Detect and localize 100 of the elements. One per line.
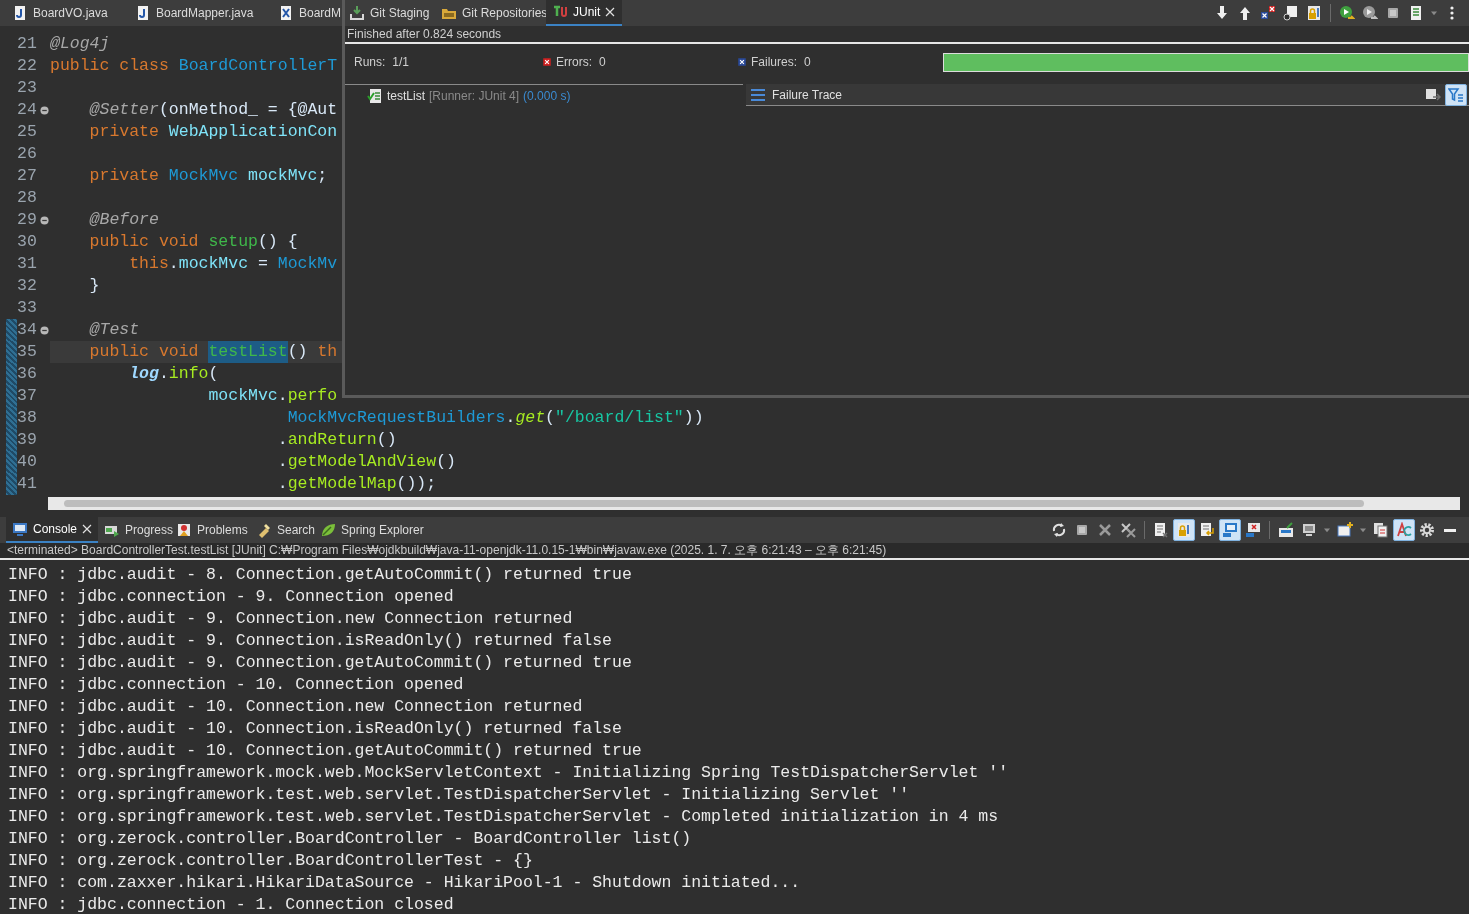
- line-number: 27: [17, 165, 38, 187]
- close-icon: [1097, 522, 1113, 538]
- code-line: }: [88, 275, 100, 297]
- line-number: 21: [17, 33, 38, 55]
- line-number: 28: [17, 187, 38, 209]
- warning-icon: [176, 522, 192, 538]
- counter-value: 0: [804, 54, 811, 71]
- monitor-icon: [12, 521, 28, 537]
- junit-icon: [552, 4, 568, 20]
- lock-icon: [1176, 522, 1192, 538]
- console-line: INFO : com.zaxxer.hikari.HikariDataSource - HikariPool-1 - Shutdown initiated...: [8, 872, 802, 894]
- view-tab[interactable]: Spring Explorer: [314, 517, 424, 543]
- line-number: 32: [17, 275, 38, 297]
- console-line: INFO : jdbc.audit - 9. Connection.getAutoCommit() returned true: [8, 652, 633, 674]
- code-line: mockMvc.perfo: [207, 385, 338, 407]
- tray-icon: [1278, 522, 1294, 538]
- console-status: <terminated> BoardControllerTest.testList [JUnit] C:₩Program Files₩ojdkbuild₩java-11-openjdk-11.0.15-1₩bin₩javaw.exe (2025. 1. 7. 오후 6:21:43 – 오후 6:21:45): [0, 543, 1469, 558]
- view-tab[interactable]: JUnit: [546, 0, 622, 26]
- leaf-icon: [320, 522, 336, 538]
- minimize-icon: [1444, 528, 1456, 532]
- monitor-icon: [1245, 522, 1261, 538]
- editor-tab[interactable]: BoardVO.java: [0, 0, 123, 26]
- line-number: 22: [17, 55, 38, 77]
- console-line: INFO : jdbc.audit - 10. Connection.isReadOnly() returned false: [8, 718, 623, 740]
- horizontal-scrollbar[interactable]: [48, 497, 1460, 510]
- code-line: public void setup() {: [88, 231, 298, 253]
- code-line: @Setter(onMethod_ = {@Aut: [88, 99, 338, 121]
- failure-icon: [736, 56, 748, 68]
- list-icon: [1408, 5, 1424, 21]
- file-icon: [12, 5, 28, 21]
- collapse-icon[interactable]: [39, 325, 49, 335]
- stop-icon: [1074, 522, 1090, 538]
- close-icon[interactable]: [605, 7, 616, 17]
- code-line: public void testList() th: [88, 341, 338, 363]
- console-line: INFO : org.zerock.controller.BoardControllerTest - {}: [8, 850, 534, 872]
- counter-value: 0: [599, 54, 606, 71]
- code-line: public class BoardControllerT: [50, 55, 338, 77]
- play-icon: [1362, 5, 1378, 21]
- view-tab[interactable]: Console: [6, 517, 98, 543]
- view-tab[interactable]: Git Staging: [345, 0, 435, 26]
- monitor-icon: [1222, 522, 1238, 538]
- toolbar-button[interactable]: [1445, 83, 1467, 106]
- code-line: @Log4j: [50, 33, 110, 55]
- download-icon: [349, 5, 365, 21]
- error-icon: [541, 56, 553, 68]
- ansi-icon: [1396, 522, 1412, 538]
- view-tab[interactable]: Search: [250, 517, 314, 543]
- copy-icon: [1373, 522, 1389, 538]
- line-number: 35: [17, 341, 38, 363]
- console-line: INFO : org.springframework.mock.web.MockServletContext - Initializing Spring TestDispatcherServlet '': [8, 762, 1010, 784]
- tree-item[interactable]: testList [Runner: JUnit 4] (0.000 s): [345, 86, 743, 106]
- line-number: 34: [17, 319, 38, 341]
- panel-title: Failure Trace: [772, 86, 843, 104]
- code-line: private MockMvc mockMvc;: [88, 165, 328, 187]
- stop-icon: [1385, 5, 1401, 21]
- counter-value: 1/1: [392, 54, 410, 71]
- console-line: INFO : jdbc.audit - 9. Connection.new Connection returned: [8, 608, 574, 630]
- code-line: private WebApplicationCon: [88, 121, 338, 143]
- line-number: 25: [17, 121, 38, 143]
- code-line: this.mockMvc = MockMv: [128, 253, 338, 275]
- editor-tab[interactable]: BoardMapper.java: [123, 0, 270, 26]
- code-line: .andReturn(): [276, 429, 397, 451]
- console-line: INFO : org.springframework.test.web.servlet.TestDispatcherServlet - Completed initialization in 4 ms: [8, 806, 1000, 828]
- console-line: INFO : jdbc.connection - 9. Connection opened: [8, 586, 455, 608]
- scrollbar-thumb[interactable]: [64, 500, 1364, 507]
- settings-icon: [1419, 522, 1435, 538]
- document-arrow-icon: [1199, 522, 1215, 538]
- code-line: MockMvcRequestBuilders.get("/board/list")): [286, 407, 704, 429]
- console-line: INFO : jdbc.audit - 10. Connection.new Connection returned: [8, 696, 584, 718]
- close-all-icon: [1120, 522, 1136, 538]
- line-number: 36: [17, 363, 38, 385]
- line-number: 31: [17, 253, 38, 275]
- console-line: INFO : org.springframework.test.web.servlet.TestDispatcherServlet - Initializing Servlet '': [8, 784, 911, 806]
- list-icon: [750, 86, 766, 103]
- console-line: INFO : jdbc.connection - 1. Connection closed: [8, 894, 455, 914]
- arrow-up-icon: [1237, 5, 1253, 21]
- code-line: .getModelMap());: [276, 473, 437, 495]
- collapse-icon[interactable]: [39, 105, 49, 115]
- error-filter-icon: [1260, 5, 1276, 21]
- line-number: 26: [17, 143, 38, 165]
- lock-icon: [1306, 5, 1322, 21]
- counter-label: Errors:: [556, 54, 592, 71]
- counter-label: Runs:: [354, 54, 386, 71]
- folder-icon: [1337, 522, 1353, 538]
- view-tab[interactable]: Git Repositories: [435, 0, 546, 26]
- line-number: 23: [17, 77, 38, 99]
- line-number: 33: [17, 297, 38, 319]
- editor-tab[interactable]: BoardM: [270, 0, 342, 26]
- line-number: 39: [17, 429, 38, 451]
- code-line: @Before: [88, 209, 159, 231]
- monitor-icon: [1301, 522, 1317, 538]
- console-line: INFO : jdbc.connection - 10. Connection opened: [8, 674, 465, 696]
- file-icon: [135, 5, 151, 21]
- code-line: .getModelAndView(): [276, 451, 456, 473]
- line-number: 30: [17, 231, 38, 253]
- document-icon: [1283, 5, 1299, 21]
- close-icon[interactable]: [82, 524, 92, 534]
- line-number: 37: [17, 385, 38, 407]
- collapse-icon[interactable]: [39, 215, 49, 225]
- refresh-icon: [1051, 522, 1067, 538]
